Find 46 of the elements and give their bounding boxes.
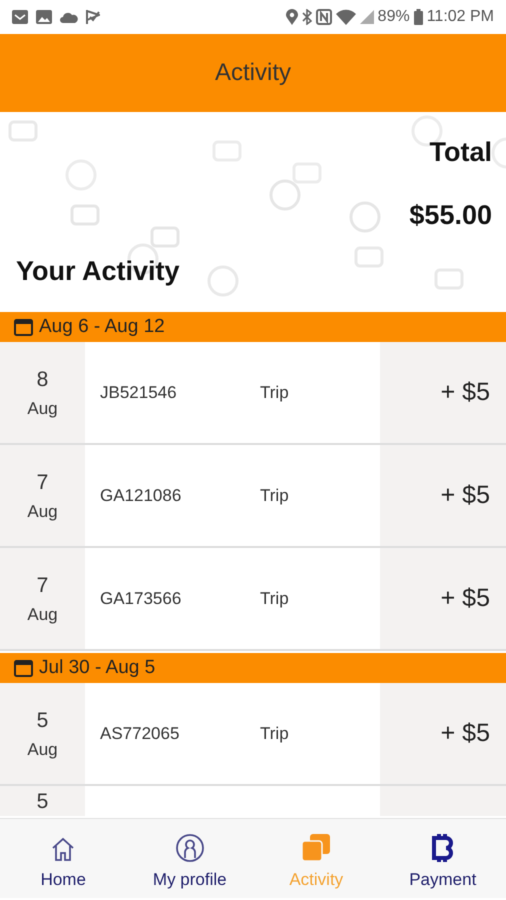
trip-code: AS772065 (100, 722, 180, 745)
total-amount: $55.00 (409, 198, 492, 232)
date-day: 8 (36, 364, 48, 396)
date-day: 7 (36, 467, 48, 498)
signal-icon (360, 10, 374, 24)
stacked-squares-icon (301, 832, 332, 862)
tab-bar-item[interactable]: Home (0, 819, 126, 898)
tab-bar-item[interactable]: Payment (380, 819, 506, 898)
image-icon (36, 10, 52, 24)
location-icon (286, 9, 298, 25)
mail-icon (12, 10, 28, 24)
date-month: Aug (27, 398, 58, 420)
total-label: Total (430, 136, 492, 169)
bluetooth-icon (302, 9, 312, 25)
trip-code: GA173566 (100, 588, 182, 610)
date-day: 7 (36, 570, 48, 602)
amount: + $5 (440, 376, 490, 408)
calendar-icon (14, 659, 33, 677)
amount: + $5 (440, 480, 490, 511)
date-month: Aug (27, 738, 58, 760)
trip-code: JB521546 (100, 382, 178, 404)
battery-percentage: 89% (378, 7, 410, 27)
profile-icon (174, 832, 205, 862)
amount: + $5 (440, 718, 490, 749)
nfc-icon (316, 9, 332, 25)
activity-type: Trip (260, 588, 289, 610)
activity-type: Trip (260, 382, 289, 404)
wifi-icon (336, 9, 356, 25)
cloud-icon (60, 11, 78, 23)
trip-code: GA121086 (100, 484, 182, 507)
amount: + $5 (440, 582, 490, 614)
section-heading: Your Activity (16, 255, 180, 288)
activity-type: Trip (260, 484, 289, 507)
tab-bar-item[interactable]: My profile (126, 819, 253, 898)
date-month: Aug (27, 500, 58, 522)
week-range: Aug 6 - Aug 12 (39, 314, 165, 339)
calendar-icon (14, 318, 33, 336)
screen-title: Activity (214, 58, 291, 88)
status-time: 11:02 PM (426, 7, 494, 27)
date-month: Aug (27, 604, 58, 626)
bitcoin-icon (430, 832, 455, 862)
week-range: Jul 30 - Aug 5 (39, 656, 156, 680)
date-day: 5 (36, 705, 48, 736)
activity-type: Trip (260, 722, 289, 745)
date-day: 5 (36, 790, 48, 814)
battery-icon (414, 9, 423, 25)
